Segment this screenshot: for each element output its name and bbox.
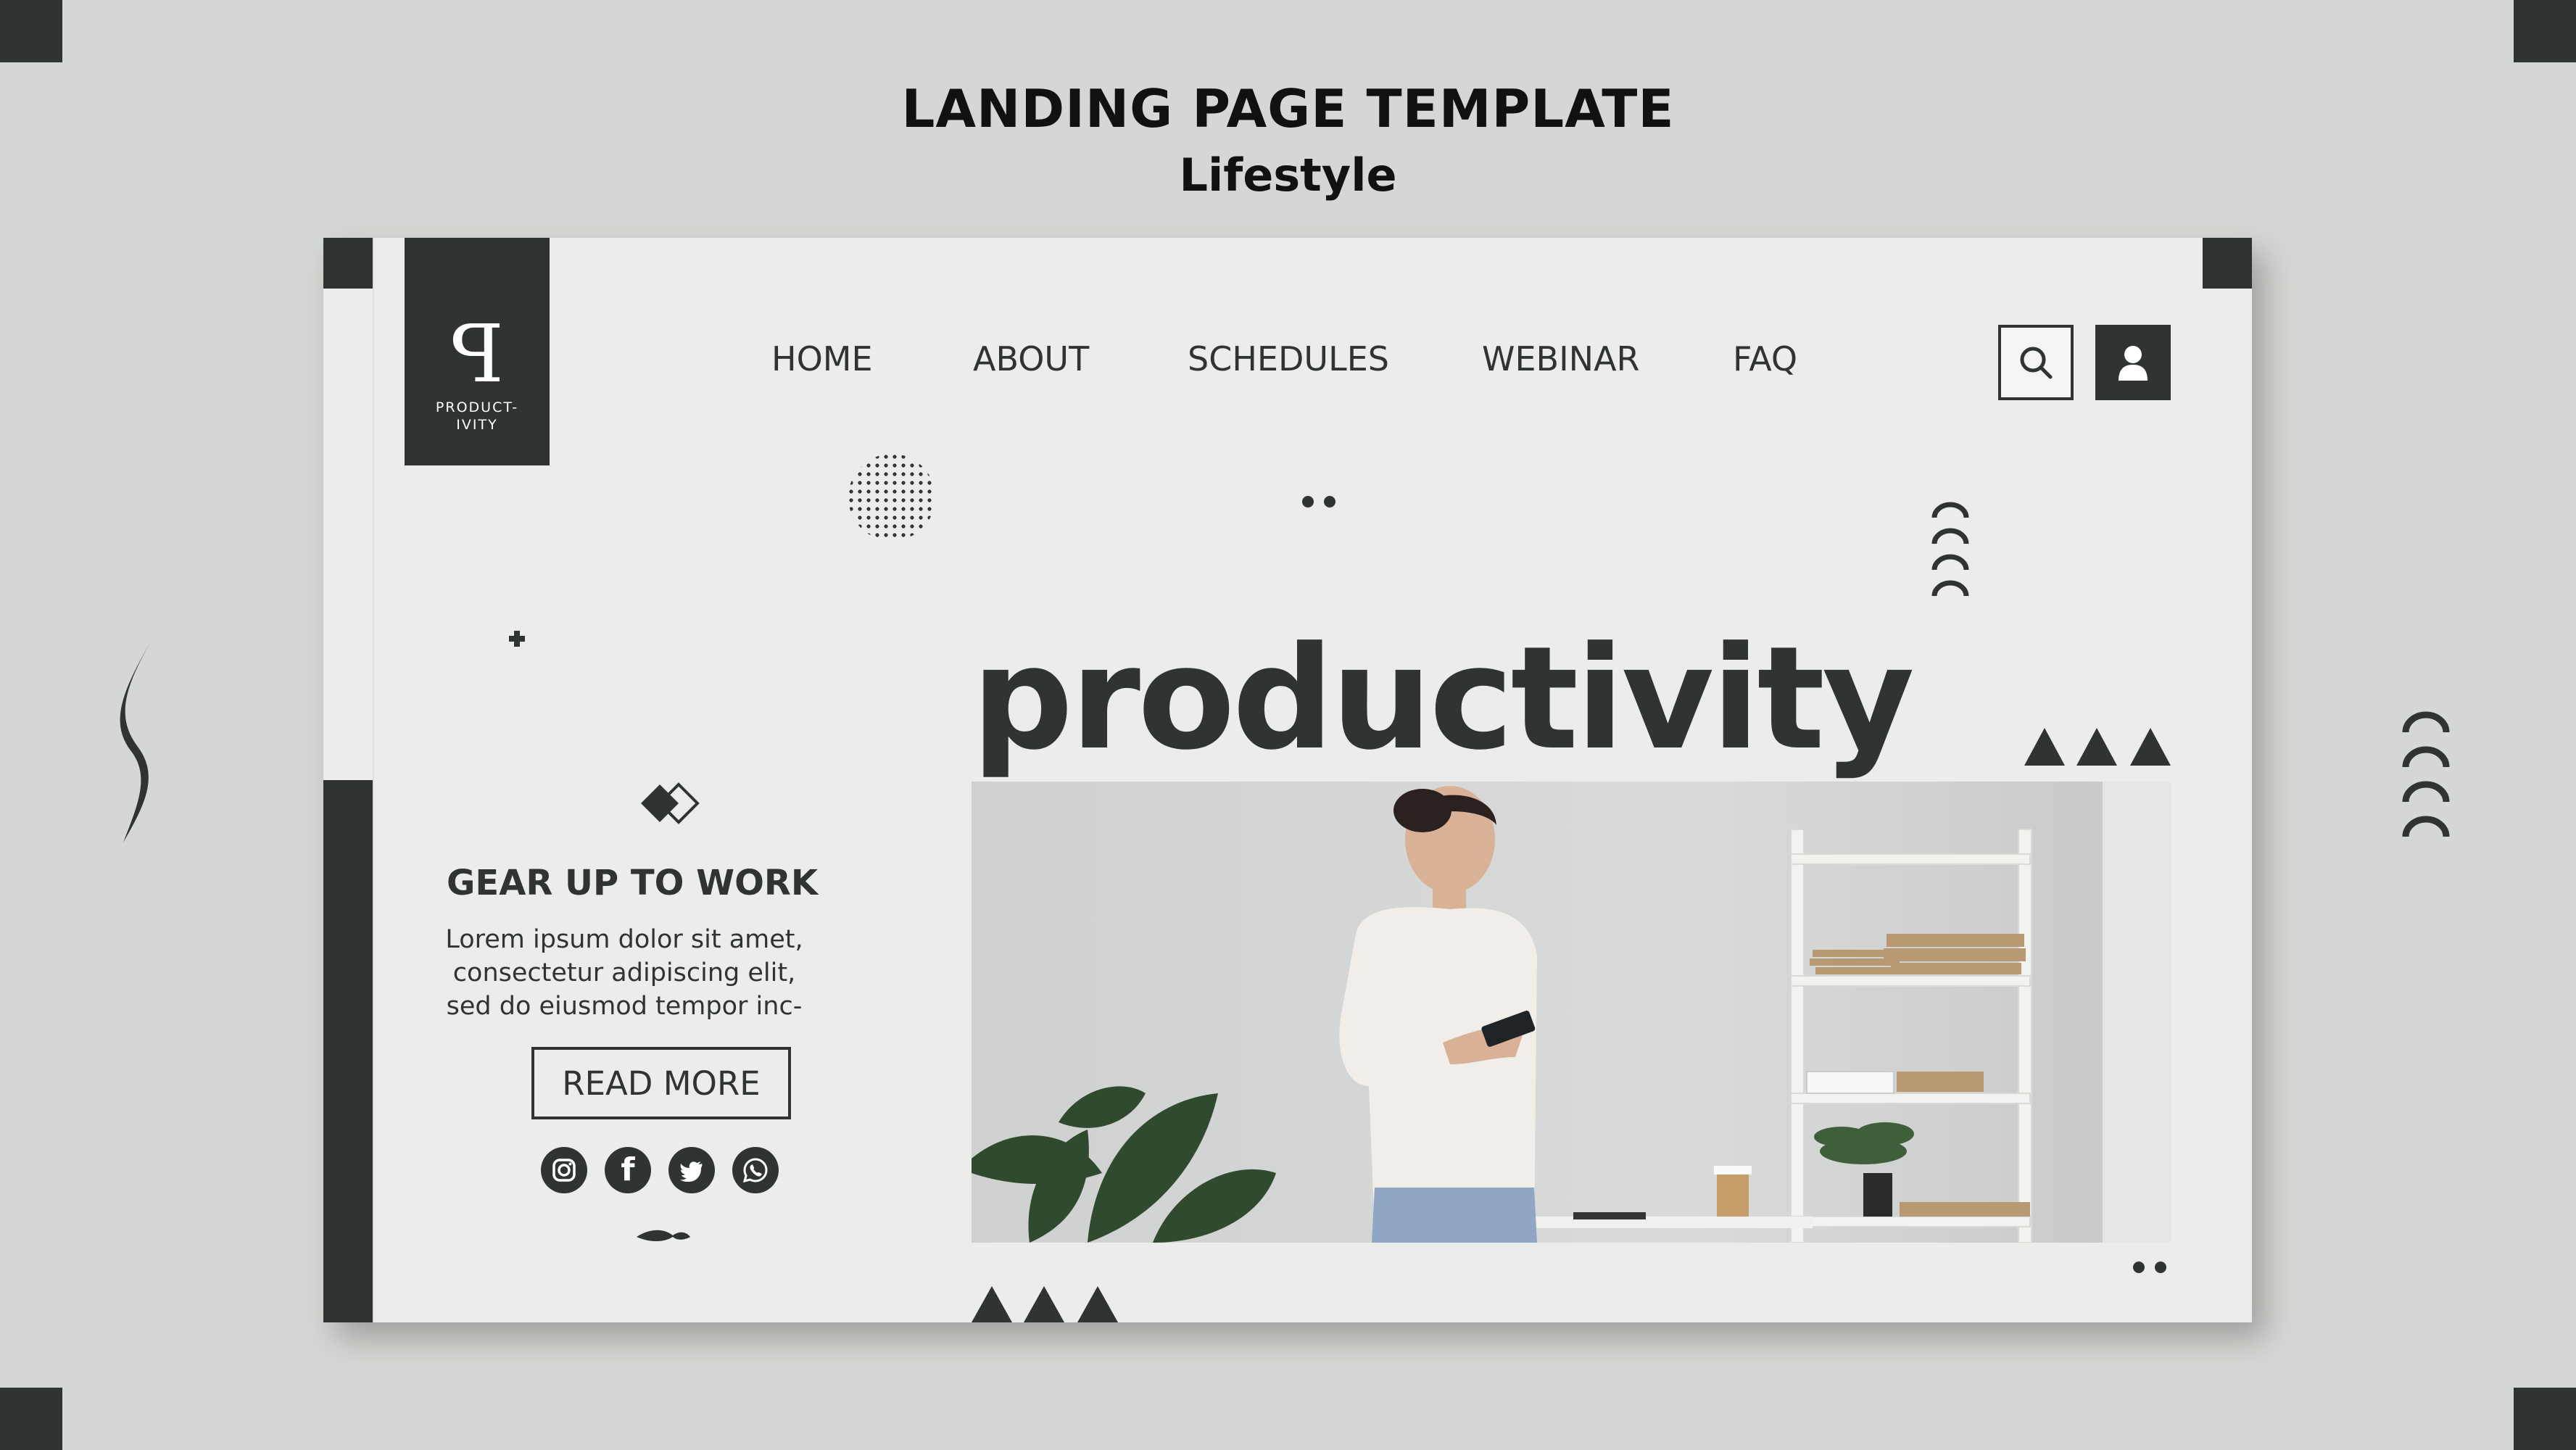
two-dots-decoration-bottom xyxy=(2133,1262,2166,1273)
arches-decoration-right xyxy=(2402,711,2450,837)
hero-photo xyxy=(972,782,2171,1243)
nav-home[interactable]: HOME xyxy=(771,339,873,378)
corner-block-bottom-left xyxy=(0,1388,62,1450)
left-edge-bar-top xyxy=(323,238,373,289)
nav-schedules[interactable]: SCHEDULES xyxy=(1188,339,1389,378)
whatsapp-icon xyxy=(742,1158,768,1183)
dot-grid-decoration xyxy=(848,454,935,541)
user-icon xyxy=(2119,346,2148,381)
account-button[interactable] xyxy=(2095,325,2171,400)
left-edge-bar-bottom xyxy=(323,780,373,1322)
logo-text: PRODUCT- IVITY xyxy=(435,399,519,433)
template-subtitle: Lifestyle xyxy=(1179,149,1397,202)
diamond-decoration xyxy=(641,782,700,824)
facebook-link[interactable]: f xyxy=(605,1147,651,1193)
nav-faq[interactable]: FAQ xyxy=(1733,339,1797,378)
corner-block-top-right xyxy=(2514,0,2576,62)
plus-decoration xyxy=(509,631,525,647)
right-edge-block xyxy=(2203,238,2252,289)
logo-mark-icon: ꟼ xyxy=(450,307,504,400)
search-icon xyxy=(2020,347,2053,379)
wave-stroke-decoration xyxy=(120,637,154,842)
triangles-decoration-right xyxy=(2024,728,2171,766)
arches-decoration-card xyxy=(1931,502,1969,597)
leaf-decoration xyxy=(637,1230,690,1241)
landing-page-card: ꟼ PRODUCT- IVITY HOME ABOUT SCHEDULES WE… xyxy=(323,238,2252,1322)
whatsapp-link[interactable] xyxy=(732,1147,779,1193)
instagram-icon xyxy=(552,1159,576,1182)
nav-webinar[interactable]: WEBINAR xyxy=(1482,339,1640,378)
hero-headline: productivity xyxy=(972,616,1915,782)
promo-body: Lorem ipsum dolor sit amet, consectetur … xyxy=(445,925,803,1021)
corner-block-bottom-right xyxy=(2514,1388,2576,1450)
twitter-link[interactable] xyxy=(668,1147,715,1193)
instagram-link[interactable] xyxy=(541,1147,587,1193)
corner-block-top-left xyxy=(0,0,62,62)
search-button[interactable] xyxy=(1998,325,2074,400)
read-more-button[interactable]: READ MORE xyxy=(531,1047,791,1119)
triangles-decoration-bottom xyxy=(972,1286,1118,1322)
two-dots-decoration-top xyxy=(1302,496,1335,508)
facebook-icon: f xyxy=(621,1151,635,1188)
logo[interactable]: ꟼ PRODUCT- IVITY xyxy=(405,238,550,465)
nav-about[interactable]: ABOUT xyxy=(973,339,1089,378)
promo-title: GEAR UP TO WORK xyxy=(447,863,819,903)
template-title: LANDING PAGE TEMPLATE xyxy=(901,78,1675,139)
twitter-icon xyxy=(680,1161,703,1182)
